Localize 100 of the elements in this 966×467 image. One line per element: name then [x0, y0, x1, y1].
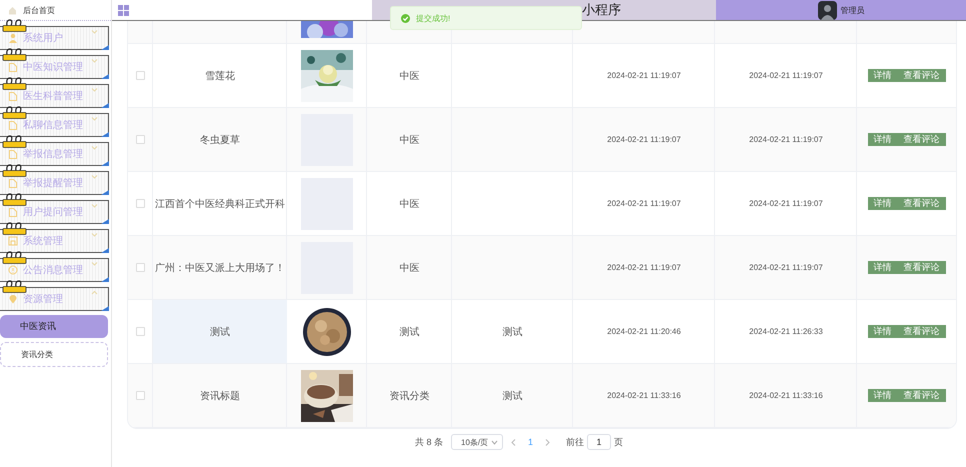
menu-item[interactable]: 系统用户: [0, 26, 109, 50]
view-comments-button[interactable]: 查看评论: [898, 69, 946, 82]
binder-clip-icon: [2, 106, 28, 119]
page-size-select[interactable]: 10条/页: [451, 434, 503, 450]
menu-item[interactable]: 医生科普管理: [0, 84, 109, 108]
row-checkbox[interactable]: [136, 199, 145, 208]
info-icon: [8, 265, 18, 275]
chevron-up-icon: [91, 290, 98, 295]
table-cell-text: 2024-02-21 11:26:33: [748, 326, 824, 338]
details-button[interactable]: 详情: [868, 197, 898, 210]
page-input[interactable]: 1: [587, 434, 612, 450]
home-icon: [8, 6, 17, 14]
page-number[interactable]: 1: [524, 437, 538, 447]
chevron-left-icon[interactable]: [511, 438, 516, 446]
menu-item[interactable]: 中医知识管理: [0, 55, 109, 79]
binder-clip-icon: [2, 280, 28, 293]
table-cell-text: 资讯标题: [199, 390, 241, 404]
menu-item[interactable]: 系统管理: [0, 229, 109, 253]
chevron-down-icon: [91, 116, 98, 121]
chevron-down-icon: [91, 203, 98, 208]
document-icon: [8, 91, 18, 101]
view-comments-button[interactable]: 查看评论: [898, 325, 946, 338]
row-checkbox[interactable]: [136, 135, 145, 144]
details-button[interactable]: 详情: [868, 325, 898, 338]
menu-item[interactable]: 资源管理: [0, 287, 109, 311]
view-comments-button[interactable]: 查看评论: [898, 133, 946, 146]
submenu-item[interactable]: 资讯分类: [0, 342, 108, 367]
folded-corner-icon: [101, 132, 109, 137]
view-comments-button[interactable]: 查看评论: [898, 197, 946, 210]
chevron-right-icon[interactable]: [545, 438, 550, 446]
page-suffix: 页: [614, 436, 624, 448]
user-name[interactable]: 管理员: [840, 4, 864, 16]
binder-clip-icon: [2, 222, 28, 235]
menu-item[interactable]: 用户提问管理: [0, 200, 109, 224]
chevron-down-icon: [491, 440, 498, 444]
table-cell-text: 2024-02-21 11:19:07: [606, 134, 682, 146]
menu-item[interactable]: 私聊信息管理: [0, 113, 109, 137]
chevron-down-icon: [91, 261, 98, 266]
chevron-down-icon: [91, 145, 98, 150]
folded-corner-icon: [101, 45, 109, 50]
table-cell-text: 雪莲花: [204, 70, 236, 84]
table-cell-text: 2024-02-21 11:19:07: [748, 70, 824, 82]
chevron-down-icon: [91, 58, 98, 63]
table-cell-text: 广州：中医又派上大用场了！: [154, 262, 286, 276]
chevron-down-icon: [91, 87, 98, 92]
binder-clip-icon: [2, 251, 28, 264]
check-circle-icon: [401, 14, 410, 22]
table-cell-text: 江西首个中医经典科正式开科: [154, 198, 286, 212]
details-button[interactable]: 详情: [868, 389, 898, 402]
grid-menu-icon[interactable]: [118, 4, 129, 16]
binder-clip-icon: [2, 135, 28, 148]
table-cell-text: 测试: [502, 326, 522, 338]
view-comments-button[interactable]: 查看评论: [898, 389, 946, 402]
home-menu-item[interactable]: 后台首页: [0, 0, 111, 21]
table-cell-text: 2024-02-21 11:20:46: [606, 326, 682, 338]
chevron-down-icon: [91, 174, 98, 179]
binder-clip-icon: [2, 48, 28, 61]
total-count: 共 8 条: [414, 436, 443, 448]
table-cell-text: 2024-02-21 11:19:07: [606, 262, 682, 274]
document-icon: [8, 120, 18, 130]
row-checkbox[interactable]: [136, 263, 145, 272]
table-cell-text: 中医: [398, 70, 420, 84]
table-cell-text: 2024-02-21 11:33:16: [748, 390, 824, 402]
document-icon: [8, 178, 18, 188]
submenu-item[interactable]: 中医资讯: [0, 315, 108, 338]
row-checkbox[interactable]: [136, 327, 145, 336]
document-icon: [8, 149, 18, 159]
folded-corner-icon: [101, 219, 109, 224]
view-comments-button[interactable]: 查看评论: [898, 261, 946, 274]
row-checkbox[interactable]: [136, 71, 145, 80]
table-cell-text: 中医: [398, 198, 420, 212]
table-cell-text: 冬虫夏草: [199, 134, 241, 148]
row-checkbox[interactable]: [136, 391, 145, 400]
binder-clip-icon: [2, 77, 28, 90]
table-cell-text: 测试: [398, 326, 420, 340]
folded-corner-icon: [101, 74, 109, 79]
menu-item[interactable]: 举报提醒管理: [0, 171, 109, 195]
binder-clip-icon: [2, 164, 28, 177]
table-cell-text: 2024-02-21 11:19:07: [606, 198, 682, 210]
document-icon: [8, 62, 18, 72]
folded-corner-icon: [101, 103, 109, 108]
folded-corner-icon: [101, 277, 109, 282]
folded-corner-icon: [101, 161, 109, 166]
chevron-down-icon: [91, 29, 98, 34]
details-button[interactable]: 详情: [868, 133, 898, 146]
details-button[interactable]: 详情: [868, 261, 898, 274]
table-cell-text: 中医: [398, 262, 420, 276]
menu-item[interactable]: 举报信息管理: [0, 142, 109, 166]
avatar: [818, 0, 836, 20]
table-cell-text: 2024-02-21 11:19:07: [748, 262, 824, 274]
toast-message: 提交成功!: [416, 12, 450, 24]
document-icon: [8, 207, 18, 217]
details-button[interactable]: 详情: [868, 69, 898, 82]
menu-item[interactable]: 公告消息管理: [0, 258, 109, 282]
folded-corner-icon: [101, 306, 109, 311]
location-pin-icon: [8, 294, 18, 304]
highlighted-cell: 测试: [153, 300, 287, 363]
table-cell-text: 资讯分类: [388, 390, 430, 404]
binder-clip-icon: [2, 19, 28, 32]
table-cell-text: 2024-02-21 11:33:16: [606, 390, 682, 402]
